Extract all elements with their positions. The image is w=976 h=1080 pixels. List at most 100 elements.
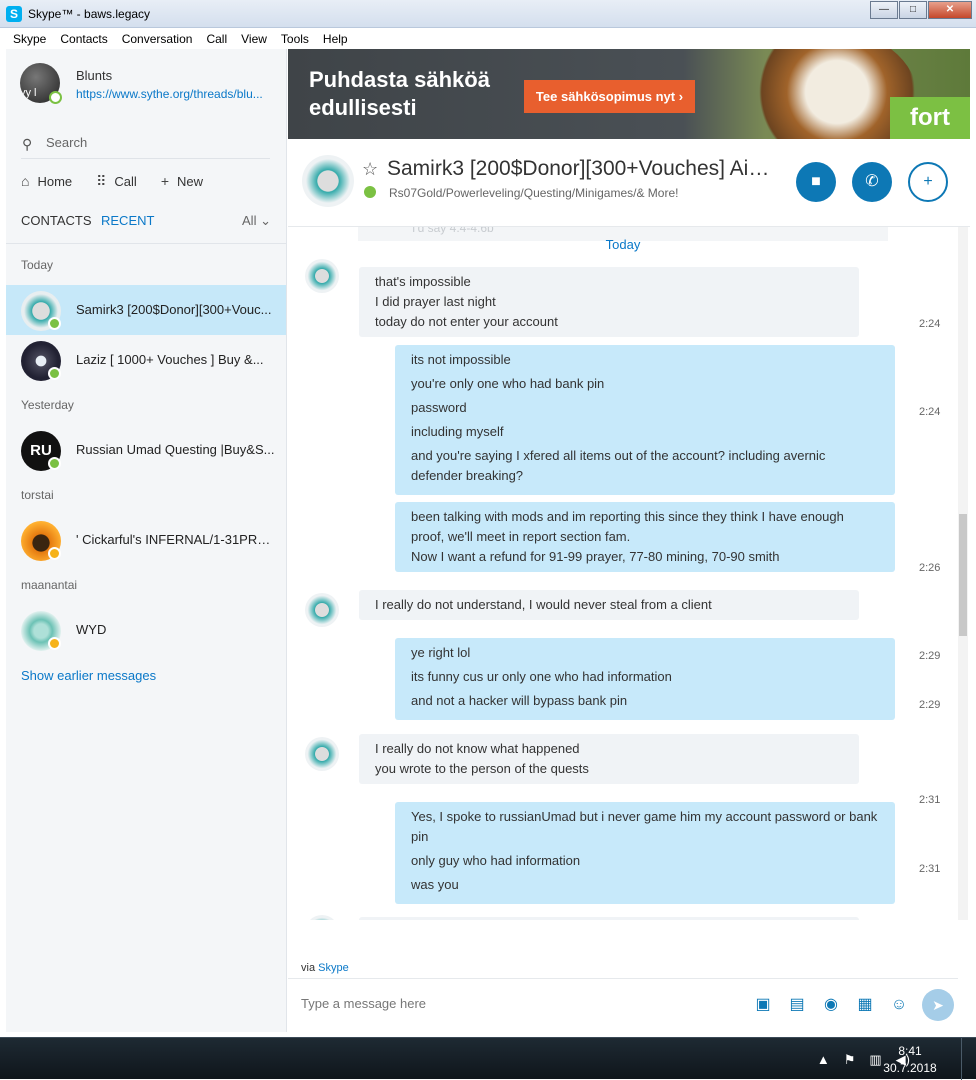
tab-contacts[interactable]: CONTACTS (21, 213, 92, 228)
conversation-item[interactable]: WYD (6, 605, 286, 655)
add-person-icon: + (923, 173, 933, 190)
add-people-button[interactable]: + (908, 162, 948, 202)
search-placeholder: Search (46, 135, 88, 150)
message-line: today do not enter your account (375, 314, 558, 329)
close-window-button[interactable]: ✕ (928, 1, 972, 19)
conversation-name: Russian Umad Questing |Buy&S... (76, 442, 275, 457)
tray-expand-icon[interactable]: ▲ (817, 1052, 830, 1068)
outgoing-message[interactable]: Yes, I spoke to russianUmad but i never … (395, 802, 895, 904)
message-list[interactable]: I'd say 4.4-4.6b Today that's impossible… (288, 227, 970, 920)
via-skype-label: via Skype (301, 962, 349, 974)
message-line: I really do not understand, I would neve… (375, 597, 712, 612)
show-earlier-messages-link[interactable]: Show earlier messages (21, 668, 156, 683)
message-line: password (411, 400, 467, 415)
search-box[interactable]: ⚲ Search (21, 131, 270, 159)
chat-mood-message: Rs07Gold/Powerleveling/Questing/Minigame… (389, 186, 679, 200)
skype-logo-icon: S (6, 6, 22, 22)
call-button[interactable]: ⠿ Call (96, 171, 137, 191)
filter-dropdown[interactable]: All ⌄ (242, 213, 271, 229)
message-line: Yes, I spoke to russianUmad but i never … (411, 809, 878, 844)
tab-recent[interactable]: RECENT (101, 213, 154, 228)
conversation-item[interactable]: RU Russian Umad Questing |Buy&S... (6, 425, 286, 475)
message-line: including myself (411, 424, 504, 439)
away-status-icon (48, 547, 61, 560)
message-line: I really do not know what happened (375, 741, 580, 756)
conversation-item[interactable]: ' Cickarful's INFERNAL/1-31PRA... (6, 515, 286, 565)
clock-date: 30.7.2018 (883, 1061, 937, 1075)
via-skype-link[interactable]: Skype (318, 962, 349, 974)
send-contact-icon[interactable]: ▦ (855, 995, 875, 1015)
message-timestamp: 2:26 (919, 562, 941, 574)
message-timestamp: 2:31 (919, 863, 941, 875)
home-icon: ⌂ (21, 173, 30, 189)
conversation-item[interactable]: Laziz [ 1000+ Vouches ] Buy &... (6, 335, 286, 385)
profile-mood-link[interactable]: https://www.sythe.org/threads/blu... (76, 87, 276, 101)
menu-skype[interactable]: Skype (6, 32, 53, 46)
conversation-name: Samirk3 [200$Donor][300+Vouc... (76, 302, 272, 317)
profile-name[interactable]: Blunts (76, 68, 112, 83)
windows-taskbar: ▲ ⚑ ▥ ◀) 8:41 30.7.2018 (0, 1037, 976, 1080)
ad-brand-logo: fort (890, 97, 970, 139)
message-line: its funny cus ur only one who had inform… (411, 669, 672, 684)
message-timestamp: 2:29 (919, 650, 941, 662)
message-line: only guy who had information (411, 853, 581, 868)
menu-contacts[interactable]: Contacts (53, 32, 114, 46)
chat-title[interactable]: Samirk3 [200$Donor][300+Vouches] Aio... (387, 157, 777, 181)
message-timestamp: 2:29 (919, 699, 941, 711)
search-icon: ⚲ (22, 136, 33, 152)
favorite-star-icon[interactable]: ☆ (362, 159, 378, 180)
show-desktop-button[interactable] (961, 1038, 976, 1080)
advertisement-banner[interactable]: Puhdasta sähköä edullisesti Tee sähkösop… (288, 49, 970, 139)
send-arrow-icon: ➤ (932, 997, 944, 1013)
outgoing-message[interactable]: ye right lol its funny cus ur only one w… (395, 638, 895, 720)
menu-tools[interactable]: Tools (274, 32, 316, 46)
send-button[interactable]: ➤ (922, 989, 954, 1021)
menu-conversation[interactable]: Conversation (115, 32, 200, 46)
chevron-down-icon: ⌄ (260, 213, 271, 228)
maximize-button[interactable]: □ (899, 1, 927, 19)
outgoing-message[interactable]: been talking with mods and im reporting … (395, 502, 895, 572)
emoticon-icon[interactable]: ☺ (889, 995, 909, 1015)
tabs-divider (6, 243, 287, 244)
conversation-item[interactable]: Samirk3 [200$Donor][300+Vouc... (6, 285, 286, 335)
audio-call-button[interactable]: ✆ (852, 162, 892, 202)
message-input[interactable] (301, 996, 731, 1011)
incoming-message[interactable]: I really do not understand, I would neve… (359, 590, 859, 620)
send-file-icon[interactable]: ▤ (787, 995, 807, 1015)
incoming-message[interactable]: that's impossible I did prayer last nigh… (359, 267, 859, 337)
menu-view[interactable]: View (234, 32, 274, 46)
online-status-icon (48, 317, 61, 330)
video-call-button[interactable]: ■ (796, 162, 836, 202)
conversation-name: WYD (76, 622, 107, 637)
incoming-message-partial (359, 917, 859, 920)
taskbar-clock[interactable]: 8:41 30.7.2018 (880, 1043, 940, 1077)
action-center-flag-icon[interactable]: ⚑ (844, 1052, 856, 1068)
new-button[interactable]: + New (161, 171, 203, 191)
message-scrollbar[interactable] (958, 227, 968, 920)
chat-pane: Puhdasta sähköä edullisesti Tee sähkösop… (288, 49, 970, 1032)
minimize-button[interactable]: — (870, 1, 898, 19)
video-camera-icon: ■ (811, 173, 821, 190)
incoming-message[interactable]: I really do not know what happened you w… (359, 734, 859, 784)
dialpad-icon: ⠿ (96, 172, 107, 189)
clock-time: 8:41 (898, 1044, 922, 1058)
call-label: Call (114, 173, 137, 189)
send-image-icon[interactable]: ▣ (753, 995, 773, 1015)
outgoing-message[interactable]: its not impossible you're only one who h… (395, 345, 895, 495)
conversation-name: ' Cickarful's INFERNAL/1-31PRA... (76, 532, 276, 547)
window-title: Skype™ - baws.legacy (28, 7, 151, 21)
video-message-icon[interactable]: ◉ (821, 995, 841, 1015)
menu-call[interactable]: Call (199, 32, 234, 46)
scrollbar-thumb[interactable] (959, 514, 967, 636)
away-status-icon (48, 637, 61, 650)
message-line: its not impossible (411, 352, 511, 367)
home-button[interactable]: ⌂ Home (21, 171, 72, 191)
message-timestamp: 2:31 (919, 794, 941, 806)
ad-cta-button[interactable]: Tee sähkösopimus nyt › (524, 80, 695, 113)
message-line: that's impossible (375, 274, 471, 289)
filter-label: All (242, 213, 257, 228)
menu-bar: Skype Contacts Conversation Call View To… (6, 29, 970, 49)
menu-help[interactable]: Help (316, 32, 355, 46)
window-titlebar: S Skype™ - baws.legacy — □ ✕ (0, 0, 976, 28)
chat-contact-avatar[interactable] (302, 155, 354, 207)
